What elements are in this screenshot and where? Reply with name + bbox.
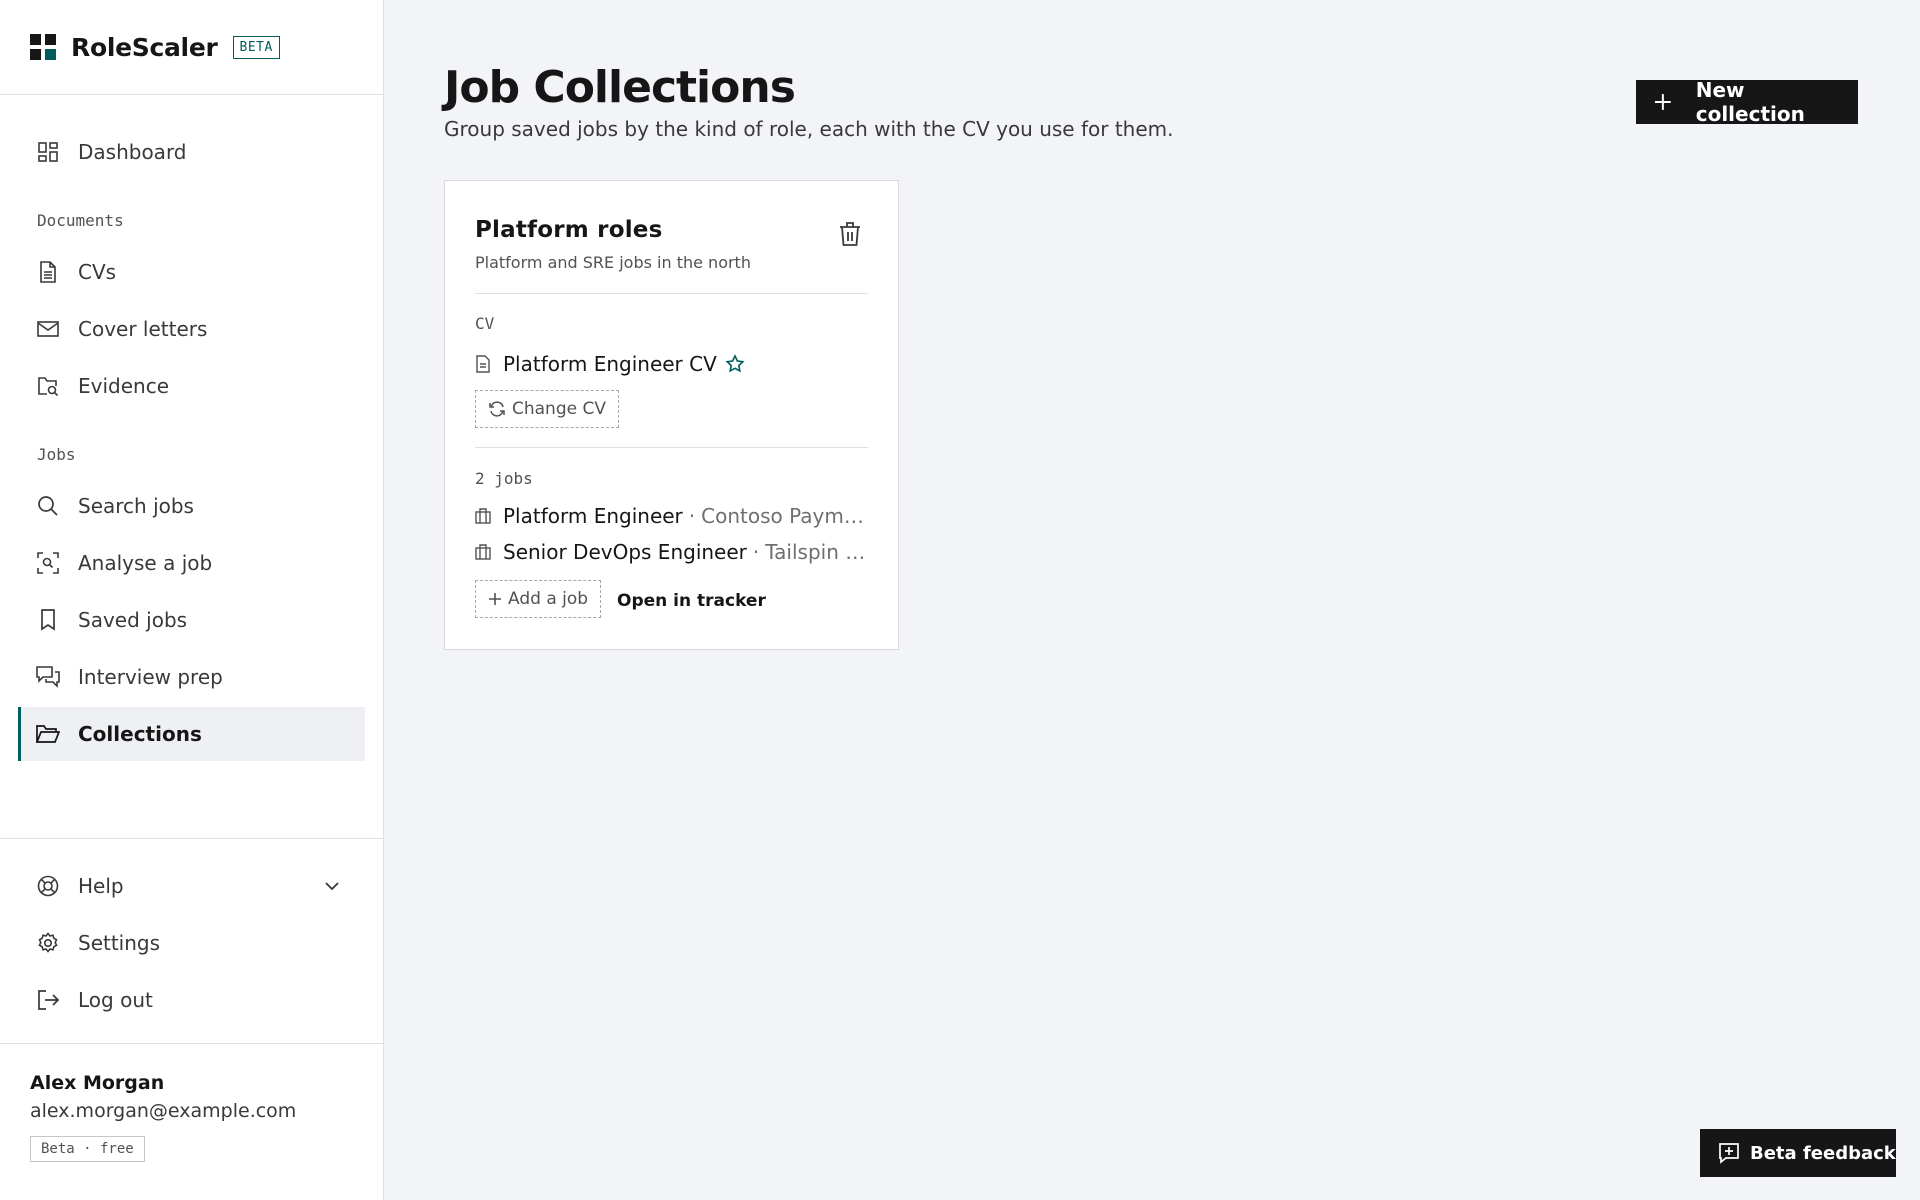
feedback-icon [1719, 1143, 1739, 1164]
sidebar: RoleScaler BETA Dashboard Documents CVs … [0, 0, 384, 1200]
beta-badge: BETA [232, 35, 280, 59]
nav-label: Log out [78, 988, 153, 1012]
nav-label: Collections [78, 722, 202, 746]
button-label: Change CV [512, 399, 606, 419]
button-label: Add a job [508, 589, 589, 609]
document-icon [36, 260, 60, 284]
nav-item-help[interactable]: Help [12, 859, 365, 913]
open-in-tracker-link[interactable]: Open in tracker [617, 591, 766, 611]
nav-item-interview-prep[interactable]: Interview prep [18, 650, 365, 704]
page-title: Job Collections [444, 62, 796, 113]
chat-icon [36, 665, 60, 689]
divider [475, 447, 868, 448]
nav-item-saved-jobs[interactable]: Saved jobs [18, 593, 365, 647]
job-company: Tailspin Cloud [765, 540, 870, 564]
page-subtitle: Group saved jobs by the kind of role, ea… [444, 117, 1174, 141]
add-job-button[interactable]: Add a job [475, 580, 602, 618]
collection-title: Platform roles [475, 217, 663, 243]
nav-label: Dashboard [78, 140, 187, 164]
job-company: Contoso Payments [701, 504, 870, 528]
new-collection-button[interactable]: New collection [1636, 78, 1858, 126]
dashboard-icon [36, 140, 60, 164]
section-heading-documents: Documents [37, 210, 124, 230]
job-item[interactable]: Senior DevOps Engineer · Tailspin Cloud [475, 540, 870, 564]
main-nav: Dashboard Documents CVs Cover letters Ev… [0, 95, 383, 761]
beta-feedback-button[interactable]: Beta feedback [1700, 1129, 1896, 1177]
chevron-down-icon[interactable] [321, 875, 343, 897]
cv-name: Platform Engineer CV [503, 352, 717, 376]
nav-label: Evidence [78, 374, 170, 398]
bottom-nav: Help Settings Log out [0, 838, 383, 1030]
main-content: Job Collections Group saved jobs by the … [384, 0, 1920, 1200]
nav-label: Interview prep [78, 665, 223, 689]
nav-label: Help [78, 874, 124, 898]
star-icon[interactable] [725, 354, 745, 374]
bookmark-icon [36, 608, 60, 632]
document-icon [476, 355, 490, 373]
job-item[interactable]: Platform Engineer · Contoso Payments [475, 504, 870, 528]
nav-item-settings[interactable]: Settings [12, 916, 365, 970]
separator: · [752, 540, 760, 564]
search-icon [36, 494, 60, 518]
nav-label: Settings [78, 931, 161, 955]
job-title: Platform Engineer [503, 504, 683, 528]
nav-item-logout[interactable]: Log out [12, 973, 365, 1027]
collection-description: Platform and SRE jobs in the north [475, 253, 751, 272]
nav-label: Cover letters [78, 317, 208, 341]
folder-search-icon [36, 374, 60, 398]
trash-icon[interactable] [838, 221, 862, 247]
assigned-cv: Platform Engineer CV [475, 352, 745, 376]
jobs-count: 2 jobs [475, 469, 533, 488]
plan-badge: Beta · free [30, 1136, 145, 1162]
nav-item-cover-letters[interactable]: Cover letters [18, 302, 365, 356]
logout-icon [36, 988, 60, 1012]
separator: · [688, 504, 696, 528]
user-email: alex.morgan@example.com [30, 1100, 297, 1122]
nav-label: Search jobs [78, 494, 194, 518]
divider [475, 293, 868, 294]
nav-item-collections[interactable]: Collections [18, 707, 365, 761]
plus-icon [1654, 94, 1671, 110]
section-heading-jobs: Jobs [37, 444, 76, 464]
envelope-icon [36, 317, 60, 341]
nav-item-evidence[interactable]: Evidence [18, 359, 365, 413]
nav-label: Saved jobs [78, 608, 188, 632]
logo-icon [30, 34, 56, 60]
nav-label: CVs [78, 260, 117, 284]
briefcase-icon [475, 508, 491, 524]
button-label: New collection [1695, 78, 1805, 126]
change-cv-button[interactable]: Change CV [475, 390, 619, 428]
briefcase-icon [475, 544, 491, 560]
nav-item-dashboard[interactable]: Dashboard [18, 125, 365, 179]
cv-section-label: CV [475, 314, 495, 333]
scan-icon [36, 551, 60, 575]
brand-name: RoleScaler [71, 32, 218, 62]
folder-open-icon [36, 722, 60, 746]
plus-icon [489, 593, 501, 605]
brand-header: RoleScaler BETA [0, 0, 383, 95]
gear-icon [36, 931, 60, 955]
user-name: Alex Morgan [30, 1072, 165, 1094]
nav-item-cvs[interactable]: CVs [18, 245, 365, 299]
user-profile: Alex Morgan alex.morgan@example.com Beta… [0, 1043, 383, 1200]
nav-item-analyse-job[interactable]: Analyse a job [18, 536, 365, 590]
nav-label: Analyse a job [78, 551, 213, 575]
nav-item-search-jobs[interactable]: Search jobs [18, 479, 365, 533]
job-title: Senior DevOps Engineer [503, 540, 747, 564]
refresh-icon [489, 401, 505, 417]
button-label: Beta feedback [1750, 1142, 1896, 1164]
lifebuoy-icon [36, 874, 60, 898]
collection-card: Platform roles Platform and SRE jobs in … [444, 180, 899, 650]
